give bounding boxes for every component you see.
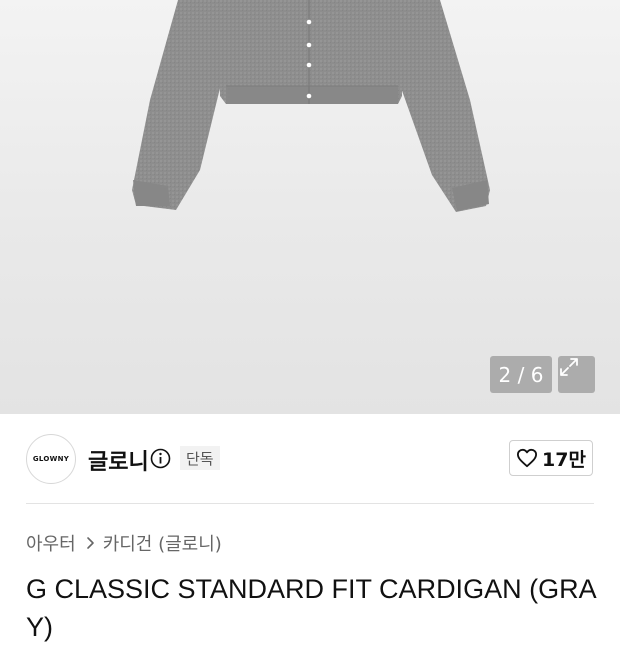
product-title: G CLASSIC STANDARD FIT CARDIGAN (GRAY) (26, 574, 597, 642)
brand-row: GLOWNY 글로니 단독 17만 (0, 414, 620, 504)
breadcrumb: 아우터 카디건 (글로니) (26, 530, 222, 556)
product-image-gallery[interactable]: 2 / 6 (0, 0, 620, 414)
like-count: 17만 (542, 448, 586, 471)
brand-logo[interactable]: GLOWNY (26, 434, 76, 484)
like-button[interactable]: 17만 (509, 440, 593, 476)
breadcrumb-subcategory[interactable]: 카디건 (글로니) (103, 530, 222, 556)
brand-logo-text: GLOWNY (32, 455, 70, 463)
expand-button[interactable] (558, 356, 595, 393)
chevron-right-icon (86, 537, 94, 549)
cardigan-image (132, 0, 490, 212)
info-icon[interactable] (150, 448, 171, 469)
image-counter: 2 / 6 (490, 356, 552, 393)
divider (26, 503, 594, 504)
heart-icon (517, 448, 538, 468)
expand-icon (560, 358, 578, 376)
breadcrumb-category[interactable]: 아우터 (26, 530, 76, 556)
exclusive-badge: 단독 (180, 446, 220, 470)
brand-name[interactable]: 글로니 (88, 444, 149, 476)
